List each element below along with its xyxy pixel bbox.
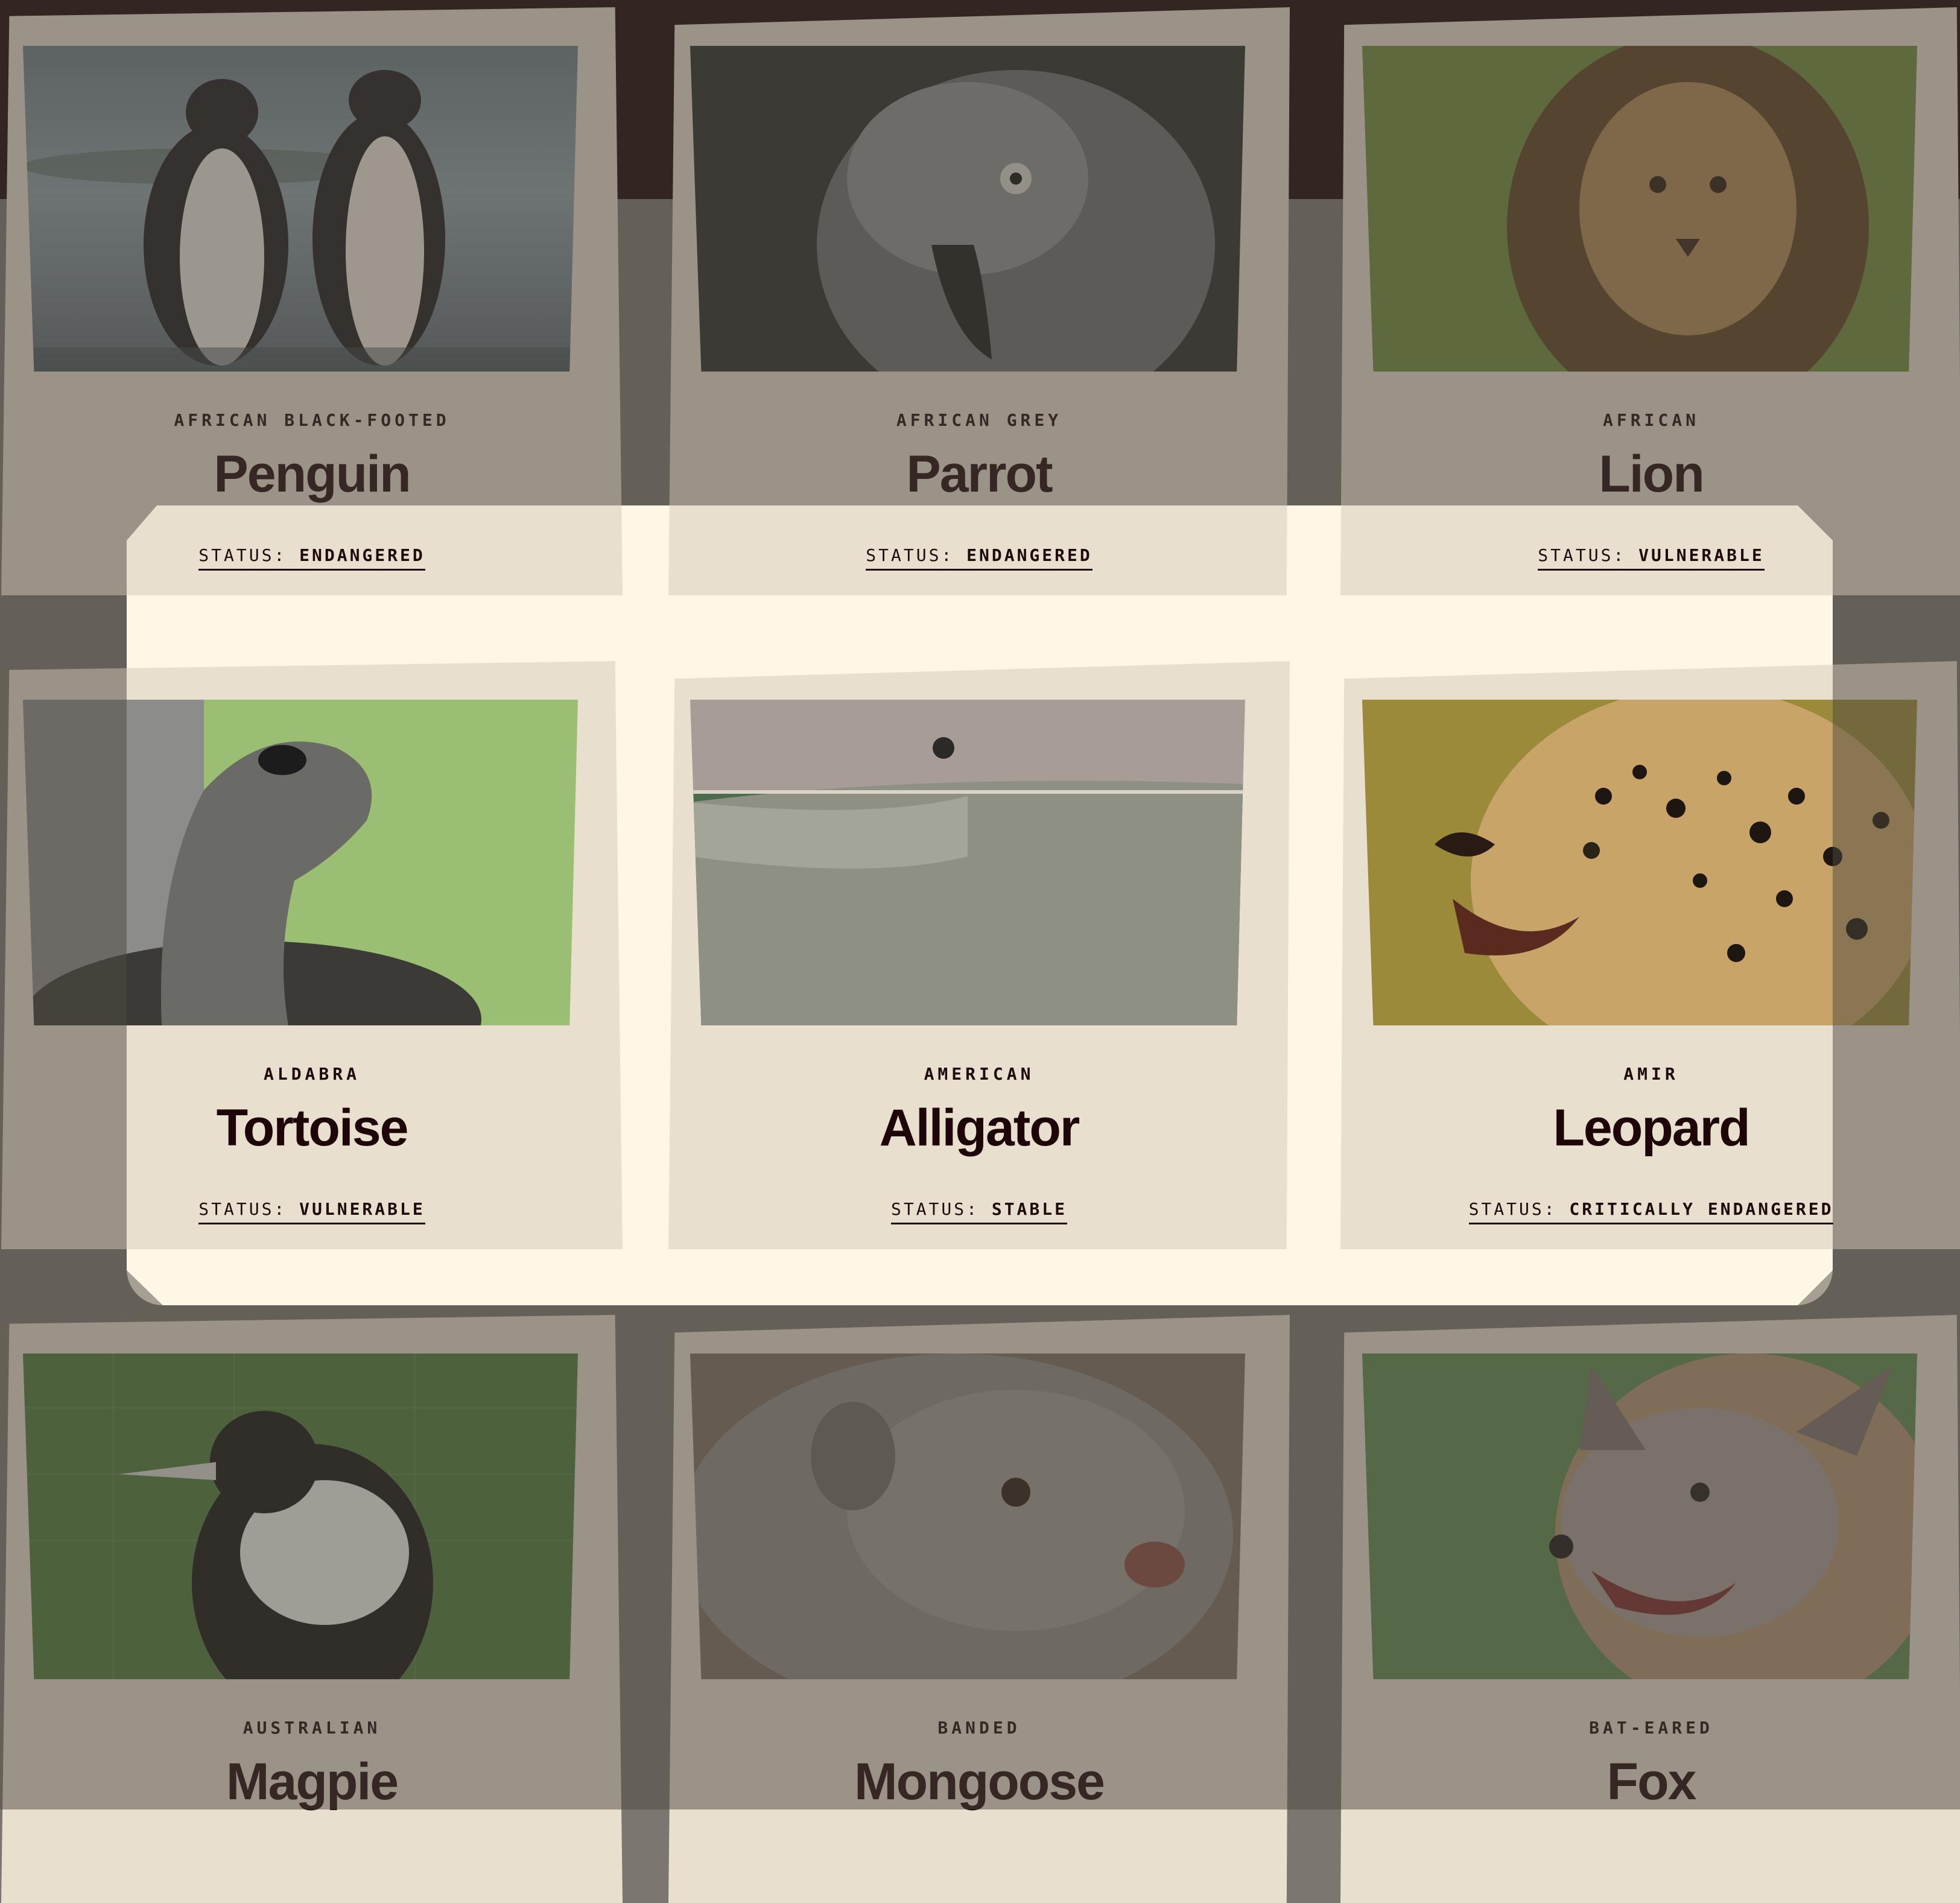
- animal-card-alligator[interactable]: AMERICAN Alligator STATUS: STABLE: [668, 661, 1290, 1249]
- alligator-photo: [690, 700, 1245, 1025]
- species-label: AMERICAN: [924, 1064, 1035, 1084]
- status-link[interactable]: STATUS: STABLE: [668, 1199, 1290, 1224]
- animal-name: Alligator: [879, 1099, 1080, 1157]
- status-link[interactable]: STATUS: ENDANGERED: [668, 545, 1290, 571]
